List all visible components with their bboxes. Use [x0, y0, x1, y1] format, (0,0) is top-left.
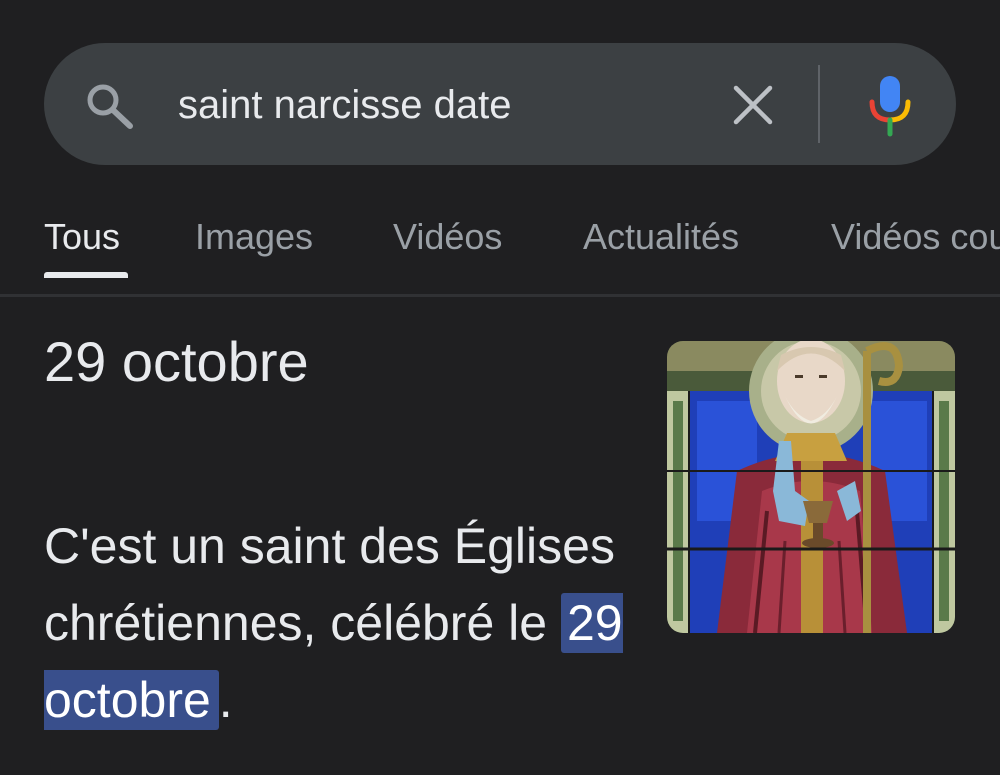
- tab-tous[interactable]: Tous: [44, 215, 120, 259]
- tab-images[interactable]: Images: [195, 215, 313, 259]
- search-input[interactable]: saint narcisse date: [178, 78, 512, 132]
- search-icon[interactable]: [82, 80, 138, 132]
- answer-title: 29 octobre: [44, 330, 309, 393]
- stained-glass-image[interactable]: [667, 341, 955, 633]
- tab-actualites[interactable]: Actualités: [583, 215, 739, 259]
- close-icon[interactable]: [728, 80, 778, 130]
- description-text: C'est un saint des Églises chrétiennes, …: [44, 518, 615, 651]
- microphone-icon[interactable]: [862, 72, 918, 138]
- answer-description: C'est un saint des Églises chrétiennes, …: [44, 508, 644, 739]
- description-end: .: [218, 672, 233, 728]
- search-divider: [818, 65, 820, 143]
- active-tab-indicator: [44, 272, 128, 278]
- tab-videos-courtes[interactable]: Vidéos courtes: [831, 215, 1000, 259]
- tab-videos[interactable]: Vidéos: [393, 215, 502, 259]
- search-tabs: Tous Images Vidéos Actualités Vidéos cou…: [0, 205, 1000, 297]
